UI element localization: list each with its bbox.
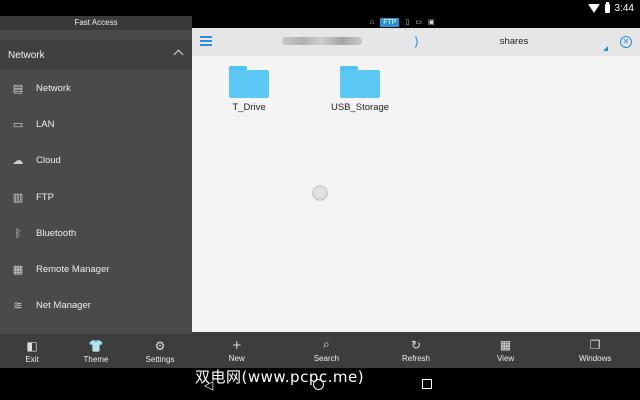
ftp-window-tab[interactable]: FTP [380, 17, 400, 27]
gear-icon: ⚙ [154, 338, 166, 353]
phone-window-icon[interactable]: ▯ [405, 18, 409, 26]
network-icon: ▤ [12, 81, 24, 95]
folder-icon [229, 66, 269, 98]
exit-label: Exit [25, 354, 39, 364]
close-icon[interactable]: ✕ [620, 36, 632, 48]
refresh-button[interactable]: ↻ Refresh [371, 332, 461, 368]
new-button[interactable]: + New [192, 332, 282, 368]
bluetooth-icon: ᛒ [14, 226, 22, 240]
search-icon: ⌕ [323, 337, 330, 351]
sidebar-item-label: Net Manager [36, 300, 91, 312]
ftp-icon: ▥ [12, 190, 24, 204]
section-title: Network [8, 49, 45, 61]
grid-icon: ▦ [499, 337, 512, 352]
search-label: Search [313, 354, 340, 363]
bottom-toolbar: + New ⌕ Search ↻ Refresh ▦ View ❐ Window… [192, 332, 640, 368]
pc-window-icon[interactable]: ▭ [415, 18, 422, 26]
sidebar-item-net-manager[interactable]: ≋ Net Manager [0, 288, 192, 324]
settings-button[interactable]: ⚙ Settings [128, 334, 192, 368]
sidebar-item-cloud[interactable]: ☁ Cloud [0, 143, 192, 179]
path-dropdown-icon[interactable] [603, 46, 608, 51]
file-list: T_Drive USB_Storage [192, 56, 640, 332]
wifi-icon [587, 3, 600, 13]
status-time: 3:44 [614, 2, 634, 14]
loading-spinner-icon [312, 185, 328, 201]
status-right: 3:44 [587, 0, 634, 16]
home-window-icon[interactable]: ⌂ [370, 19, 374, 26]
sidebar-bottom-bar: ◧ Exit 👕 Theme ⚙ Settings [0, 334, 192, 368]
folder-name: USB_Storage [330, 102, 390, 113]
exit-icon: ◧ [26, 338, 38, 353]
current-path[interactable]: shares [478, 36, 550, 47]
theme-label: Theme [83, 354, 109, 364]
remote-manager-icon: ▦ [12, 263, 24, 277]
sidebar-item-lan[interactable]: ▭ LAN [0, 106, 192, 142]
breadcrumb-separator-icon: ⟩ [414, 34, 420, 49]
settings-label: Settings [145, 354, 175, 364]
view-button[interactable]: ▦ View [461, 332, 551, 368]
windows-label: Windows [578, 353, 612, 363]
sidebar: Fast Access Network ▤ Network ▭ LAN ☁ Cl… [0, 16, 192, 368]
sidebar-item-ftp[interactable]: ▥ FTP [0, 179, 192, 215]
sidebar-item-label: Cloud [36, 155, 61, 167]
status-bar: 3:44 [0, 0, 640, 16]
search-button[interactable]: ⌕ Search [282, 332, 372, 368]
shirt-icon: 👕 [88, 338, 104, 353]
sidebar-item-label: Bluetooth [36, 227, 77, 239]
sidebar-item-label: FTP [36, 191, 54, 203]
watermark: 双电网(www.pcpc.me) [195, 368, 365, 386]
window-strip: ⌂ FTP ▯ ▭ ▣ [370, 16, 435, 28]
network-section-header[interactable]: Network [0, 40, 192, 70]
folder-item[interactable]: T_Drive [209, 66, 289, 113]
sidebar-item-label: Remote Manager [36, 264, 110, 276]
folder-name: T_Drive [232, 102, 266, 113]
sidebar-item-label: Network [36, 82, 71, 94]
device-window-icon[interactable]: ▣ [428, 18, 435, 26]
menu-icon[interactable] [200, 36, 212, 46]
exit-button[interactable]: ◧ Exit [0, 334, 64, 368]
cloud-icon: ☁ [12, 154, 24, 168]
wifi-icon: ≋ [13, 299, 23, 313]
new-label: New [228, 353, 245, 363]
refresh-label: Refresh [401, 353, 430, 363]
plus-icon: + [231, 337, 242, 352]
theme-button[interactable]: 👕 Theme [64, 334, 128, 368]
view-label: View [496, 353, 515, 363]
recent-apps-icon[interactable] [422, 379, 432, 389]
path-bar: ⟩ shares ✕ [192, 28, 640, 56]
refresh-icon: ↻ [410, 337, 422, 352]
sidebar-item-network[interactable]: ▤ Network [0, 70, 192, 106]
lan-icon: ▭ [12, 117, 24, 131]
sidebar-item-bluetooth[interactable]: ᛒ Bluetooth [0, 215, 192, 251]
windows-icon: ❐ [589, 337, 601, 352]
fast-access-label[interactable]: Fast Access [0, 16, 192, 30]
battery-icon [604, 1, 610, 13]
chevron-up-icon [173, 49, 184, 60]
sidebar-item-label: LAN [36, 118, 55, 130]
sidebar-item-remote-manager[interactable]: ▦ Remote Manager [0, 251, 192, 287]
windows-button[interactable]: ❐ Windows [550, 332, 640, 368]
path-root-blurred[interactable] [282, 37, 362, 45]
network-nav-list: ▤ Network ▭ LAN ☁ Cloud ▥ FTP ᛒ Bluetoot… [0, 70, 192, 324]
folder-icon [340, 66, 380, 98]
folder-item[interactable]: USB_Storage [320, 66, 400, 113]
